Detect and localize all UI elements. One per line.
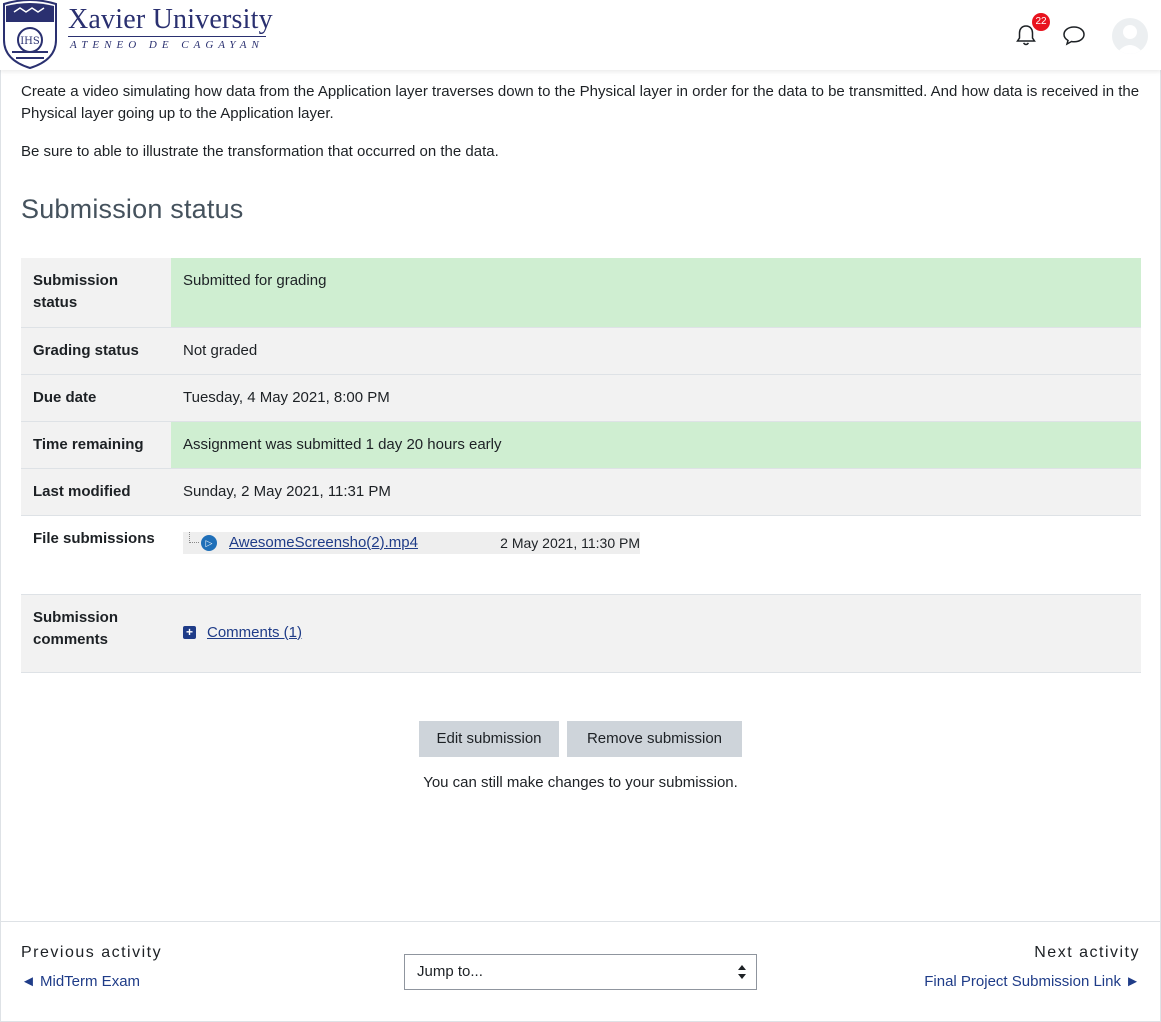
notification-count-badge: 22 — [1032, 13, 1050, 31]
table-row: Time remaining Assignment was submitted … — [21, 421, 1141, 468]
file-link[interactable]: AwesomeScreensho(2).mp4 — [229, 532, 418, 554]
video-file-icon: ▷ — [201, 534, 217, 551]
user-avatar[interactable] — [1112, 18, 1148, 54]
grading-status-value: Not graded — [171, 327, 1141, 374]
row-label: Submission status — [21, 258, 171, 327]
next-activity-link[interactable]: Final Project Submission Link ► — [924, 973, 1140, 990]
logo-subtitle: ATENEO DE CAGAYAN — [70, 39, 264, 51]
logo-divider — [68, 36, 266, 37]
edit-submission-button[interactable]: Edit submission — [419, 721, 559, 757]
remove-submission-button[interactable]: Remove submission — [567, 721, 742, 757]
svg-text:IHS: IHS — [20, 36, 40, 47]
row-label: File submissions — [21, 515, 171, 594]
row-label: Time remaining — [21, 421, 171, 468]
row-label: Submission comments — [21, 594, 171, 672]
intro-paragraph: Be sure to able to illustrate the transf… — [21, 143, 499, 160]
university-logo[interactable]: IHS Xavier University ATENEO DE CAGAYAN — [0, 0, 273, 70]
table-row: File submissions ▷ AwesomeScreensho(2).m… — [21, 515, 1141, 594]
select-arrows-icon — [738, 965, 746, 979]
due-date-value: Tuesday, 4 May 2021, 8:00 PM — [171, 374, 1141, 421]
submission-status-value: Submitted for grading — [171, 258, 1141, 327]
section-title: Submission status — [21, 194, 244, 224]
top-navbar: IHS Xavier University ATENEO DE CAGAYAN … — [0, 0, 1161, 70]
row-label: Grading status — [21, 327, 171, 374]
submission-status-table: Submission status Submitted for grading … — [21, 258, 1141, 673]
jump-to-select[interactable]: Jump to... — [404, 954, 757, 990]
intro-paragraph: Create a video simulating how data from … — [21, 83, 1140, 122]
file-entry: ▷ AwesomeScreensho(2).mp4 2 May 2021, 11… — [183, 531, 640, 554]
tree-connector — [189, 531, 199, 543]
logo-title: Xavier University — [68, 4, 273, 35]
previous-activity-label: Previous activity — [21, 944, 163, 961]
previous-activity-link[interactable]: ◄ MidTerm Exam — [21, 973, 140, 990]
comments-toggle[interactable]: + Comments (1) — [183, 622, 1129, 644]
row-label: Last modified — [21, 468, 171, 515]
time-remaining-value: Assignment was submitted 1 day 20 hours … — [171, 421, 1141, 468]
table-row: Submission comments + Comments (1) — [21, 594, 1141, 672]
main-content: Create a video simulating how data from … — [0, 70, 1161, 1022]
last-modified-value: Sunday, 2 May 2021, 11:31 PM — [171, 468, 1141, 515]
next-activity-label: Next activity — [1034, 944, 1140, 961]
table-row: Grading status Not graded — [21, 327, 1141, 374]
user-avatar-icon — [1116, 25, 1144, 54]
file-submissions-cell: ▷ AwesomeScreensho(2).mp4 2 May 2021, 11… — [171, 515, 1141, 594]
file-date: 2 May 2021, 11:30 PM — [500, 534, 640, 551]
row-label: Due date — [21, 374, 171, 421]
table-row: Last modified Sunday, 2 May 2021, 11:31 … — [21, 468, 1141, 515]
crest-icon: IHS — [3, 0, 57, 70]
jump-to-placeholder: Jump to... — [417, 963, 483, 980]
expand-plus-icon[interactable]: + — [183, 626, 196, 639]
submission-comments-cell: + Comments (1) — [171, 594, 1141, 672]
table-row: Submission status Submitted for grading — [21, 258, 1141, 327]
message-icon[interactable] — [1061, 22, 1087, 48]
comments-link[interactable]: Comments (1) — [207, 622, 302, 644]
submission-note: You can still make changes to your submi… — [423, 774, 738, 791]
activity-navigation: Previous activity ◄ MidTerm Exam Jump to… — [1, 921, 1160, 1021]
table-row: Due date Tuesday, 4 May 2021, 8:00 PM — [21, 374, 1141, 421]
